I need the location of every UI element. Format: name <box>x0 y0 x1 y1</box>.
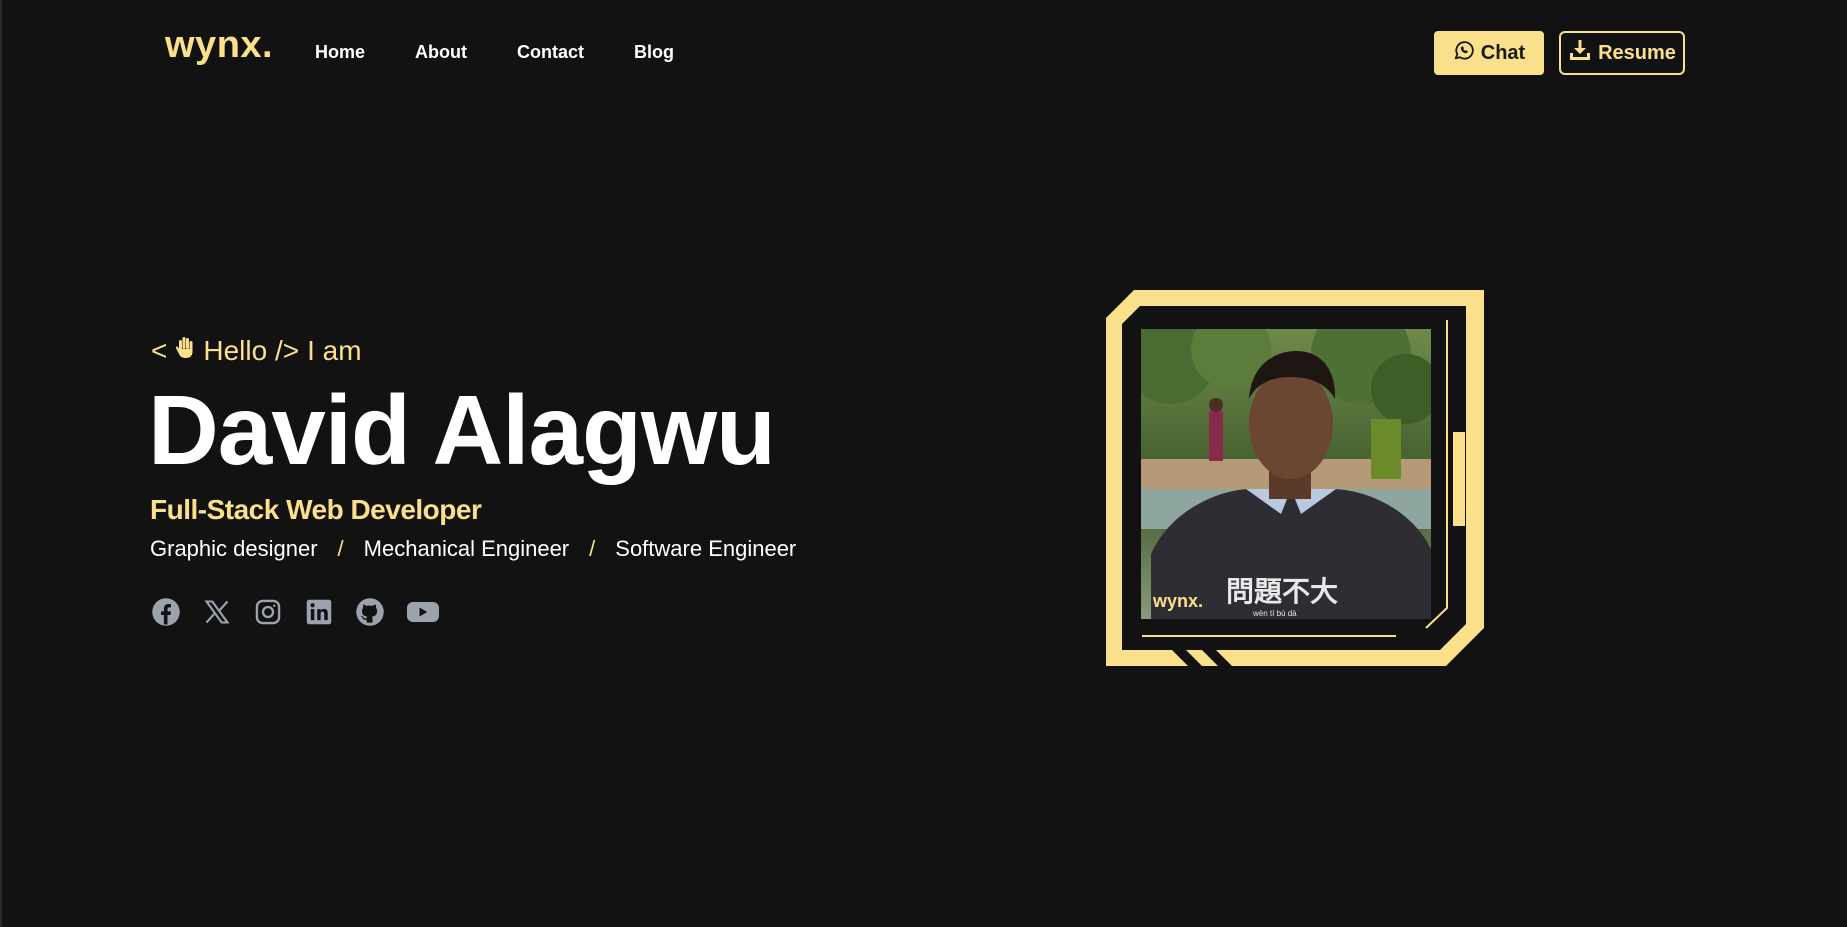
whatsapp-icon <box>1453 39 1475 67</box>
role-separator: / <box>589 536 596 561</box>
photo-watermark: wynx. <box>1152 591 1203 611</box>
x-icon[interactable] <box>201 596 233 628</box>
primary-role: Full-Stack Web Developer <box>150 494 482 525</box>
profile-photo: wynx. 問題不大 wèn tí bù dà <box>1141 329 1431 619</box>
instagram-icon[interactable] <box>252 596 284 628</box>
youtube-icon[interactable] <box>405 596 441 628</box>
resume-button[interactable]: Resume <box>1559 31 1685 75</box>
greeting: < Hello /> I am <box>151 335 362 367</box>
site-header: wynx. Home About Contact Blog Chat Resum… <box>0 0 1847 106</box>
nav-contact[interactable]: Contact <box>517 42 584 63</box>
page-edge <box>0 0 2 927</box>
logo[interactable]: wynx. <box>165 24 273 67</box>
resume-label: Resume <box>1598 41 1676 64</box>
download-icon <box>1568 38 1592 68</box>
main-nav: Home About Contact Blog <box>315 42 724 63</box>
nav-home[interactable]: Home <box>315 42 365 63</box>
linkedin-icon[interactable] <box>303 596 335 628</box>
nav-about[interactable]: About <box>415 42 467 63</box>
shirt-subtext: wèn tí bù dà <box>1252 609 1297 618</box>
role-item: Graphic designer <box>150 536 318 561</box>
facebook-icon[interactable] <box>150 596 182 628</box>
greeting-suffix: I am <box>307 335 362 366</box>
hero-name: David Alagwu <box>148 375 776 485</box>
shirt-text: 問題不大 <box>1226 575 1338 608</box>
github-icon[interactable] <box>354 596 386 628</box>
role-separator: / <box>337 536 344 561</box>
waving-hand-icon <box>175 335 195 367</box>
nav-blog[interactable]: Blog <box>634 42 674 63</box>
roles-list: Graphic designer / Mechanical Engineer /… <box>150 536 796 562</box>
social-links <box>150 596 441 628</box>
greeting-open: < <box>151 335 168 366</box>
greeting-text: Hello /> <box>203 335 300 366</box>
role-item: Mechanical Engineer <box>363 536 570 561</box>
chat-button[interactable]: Chat <box>1434 31 1544 75</box>
chat-label: Chat <box>1480 41 1526 64</box>
role-item: Software Engineer <box>615 536 797 561</box>
